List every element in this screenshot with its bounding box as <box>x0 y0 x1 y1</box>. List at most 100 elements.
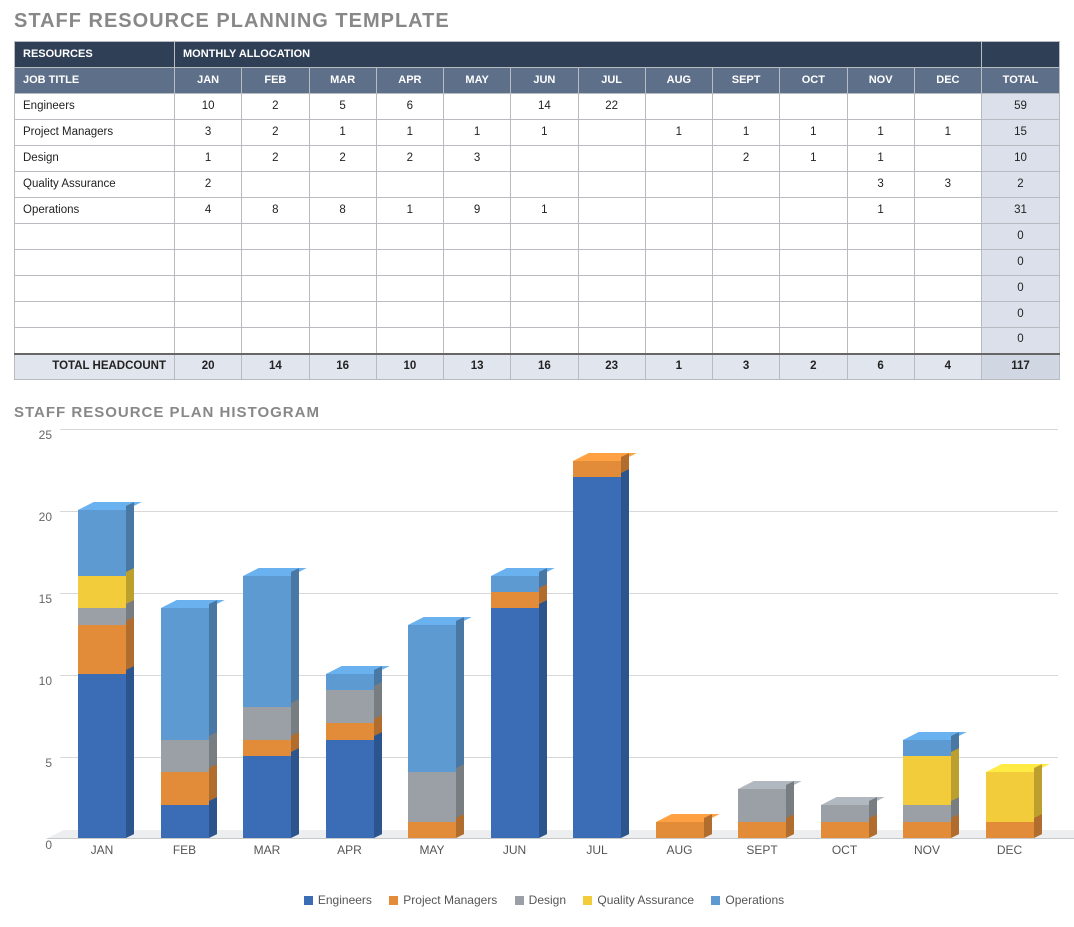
bar-segment <box>903 740 951 756</box>
allocation-cell <box>914 276 981 302</box>
bar-segment <box>986 822 1034 838</box>
allocation-cell <box>713 250 780 276</box>
allocation-cell: 3 <box>914 172 981 198</box>
allocation-cell: 22 <box>578 94 645 120</box>
bar-segment <box>243 756 291 838</box>
legend-label: Quality Assurance <box>597 893 694 907</box>
allocation-cell: 1 <box>713 120 780 146</box>
allocation-cell: 1 <box>444 120 511 146</box>
bar-segment <box>78 625 126 674</box>
allocation-cell <box>780 94 847 120</box>
row-total-cell: 31 <box>982 198 1060 224</box>
bar-segment <box>326 740 374 838</box>
y-tick-label: 15 <box>39 592 52 606</box>
allocation-cell <box>242 276 309 302</box>
x-axis-label: JUL <box>557 843 637 857</box>
y-tick-label: 5 <box>45 756 52 770</box>
row-total-cell: 10 <box>982 146 1060 172</box>
header-month: AUG <box>645 68 712 94</box>
allocation-cell <box>309 250 376 276</box>
allocation-cell: 1 <box>847 146 914 172</box>
allocation-cell <box>242 172 309 198</box>
bar-segment <box>408 772 456 821</box>
bar-column <box>326 674 374 838</box>
x-axis-label: OCT <box>805 843 885 857</box>
allocation-cell: 3 <box>847 172 914 198</box>
allocation-cell <box>914 302 981 328</box>
allocation-cell <box>847 224 914 250</box>
allocation-cell <box>511 276 578 302</box>
allocation-cell <box>645 276 712 302</box>
allocation-cell: 1 <box>175 146 242 172</box>
table-row: Project Managers3211111111115 <box>15 120 1060 146</box>
allocation-cell <box>914 198 981 224</box>
y-tick-label: 20 <box>39 510 52 524</box>
header-blank <box>982 42 1060 68</box>
table-row: Design1222321110 <box>15 146 1060 172</box>
chart-legend: Engineers Project Managers Design Qualit… <box>14 893 1060 907</box>
resource-cell: Operations <box>15 198 175 224</box>
resource-cell <box>15 250 175 276</box>
header-job-title: JOB TITLE <box>15 68 175 94</box>
allocation-cell <box>376 172 443 198</box>
allocation-cell <box>444 302 511 328</box>
bar-segment <box>408 625 456 773</box>
bar-column <box>78 510 126 838</box>
gridline <box>60 593 1058 594</box>
x-axis-label: NOV <box>887 843 967 857</box>
bar-segment <box>78 576 126 609</box>
row-total-cell: 0 <box>982 302 1060 328</box>
allocation-cell: 1 <box>847 120 914 146</box>
allocation-cell: 8 <box>309 198 376 224</box>
allocation-cell: 2 <box>376 146 443 172</box>
allocation-cell <box>309 224 376 250</box>
header-total: TOTAL <box>982 68 1060 94</box>
x-axis-label: MAY <box>392 843 472 857</box>
allocation-cell <box>444 276 511 302</box>
bar-segment <box>903 805 951 821</box>
allocation-cell: 8 <box>242 198 309 224</box>
x-axis-label: JUN <box>475 843 555 857</box>
allocation-cell <box>713 302 780 328</box>
legend-swatch-design <box>515 896 524 905</box>
allocation-cell <box>780 276 847 302</box>
row-total-cell: 0 <box>982 328 1060 354</box>
allocation-cell <box>780 328 847 354</box>
allocation-cell: 4 <box>175 198 242 224</box>
x-axis-label: SEPT <box>722 843 802 857</box>
allocation-cell <box>444 94 511 120</box>
allocation-cell <box>847 276 914 302</box>
footer-cell: 14 <box>242 354 309 380</box>
bar-segment <box>161 608 209 739</box>
bar-column <box>161 608 209 838</box>
header-month: JUL <box>578 68 645 94</box>
allocation-cell <box>511 172 578 198</box>
bar-segment <box>491 576 539 592</box>
bar-segment <box>161 740 209 773</box>
table-row: 0 <box>15 276 1060 302</box>
bar-segment <box>903 756 951 805</box>
header-month: JUN <box>511 68 578 94</box>
allocation-table: RESOURCES MONTHLY ALLOCATION JOB TITLE J… <box>14 41 1060 380</box>
x-axis-label: JAN <box>62 843 142 857</box>
allocation-cell <box>444 224 511 250</box>
allocation-cell <box>847 328 914 354</box>
allocation-cell: 1 <box>780 120 847 146</box>
allocation-cell <box>175 302 242 328</box>
allocation-cell: 1 <box>309 120 376 146</box>
table-row: Engineers10256142259 <box>15 94 1060 120</box>
allocation-cell <box>914 328 981 354</box>
resource-cell: Quality Assurance <box>15 172 175 198</box>
legend-swatch-ops <box>711 896 720 905</box>
table-row: 0 <box>15 224 1060 250</box>
allocation-cell: 14 <box>511 94 578 120</box>
allocation-cell <box>511 224 578 250</box>
allocation-cell: 2 <box>242 94 309 120</box>
bar-segment <box>738 822 786 838</box>
bar-segment <box>821 805 869 821</box>
allocation-cell <box>578 146 645 172</box>
y-tick-label: 25 <box>39 428 52 442</box>
footer-cell: 2 <box>780 354 847 380</box>
allocation-cell <box>645 146 712 172</box>
allocation-cell <box>847 94 914 120</box>
